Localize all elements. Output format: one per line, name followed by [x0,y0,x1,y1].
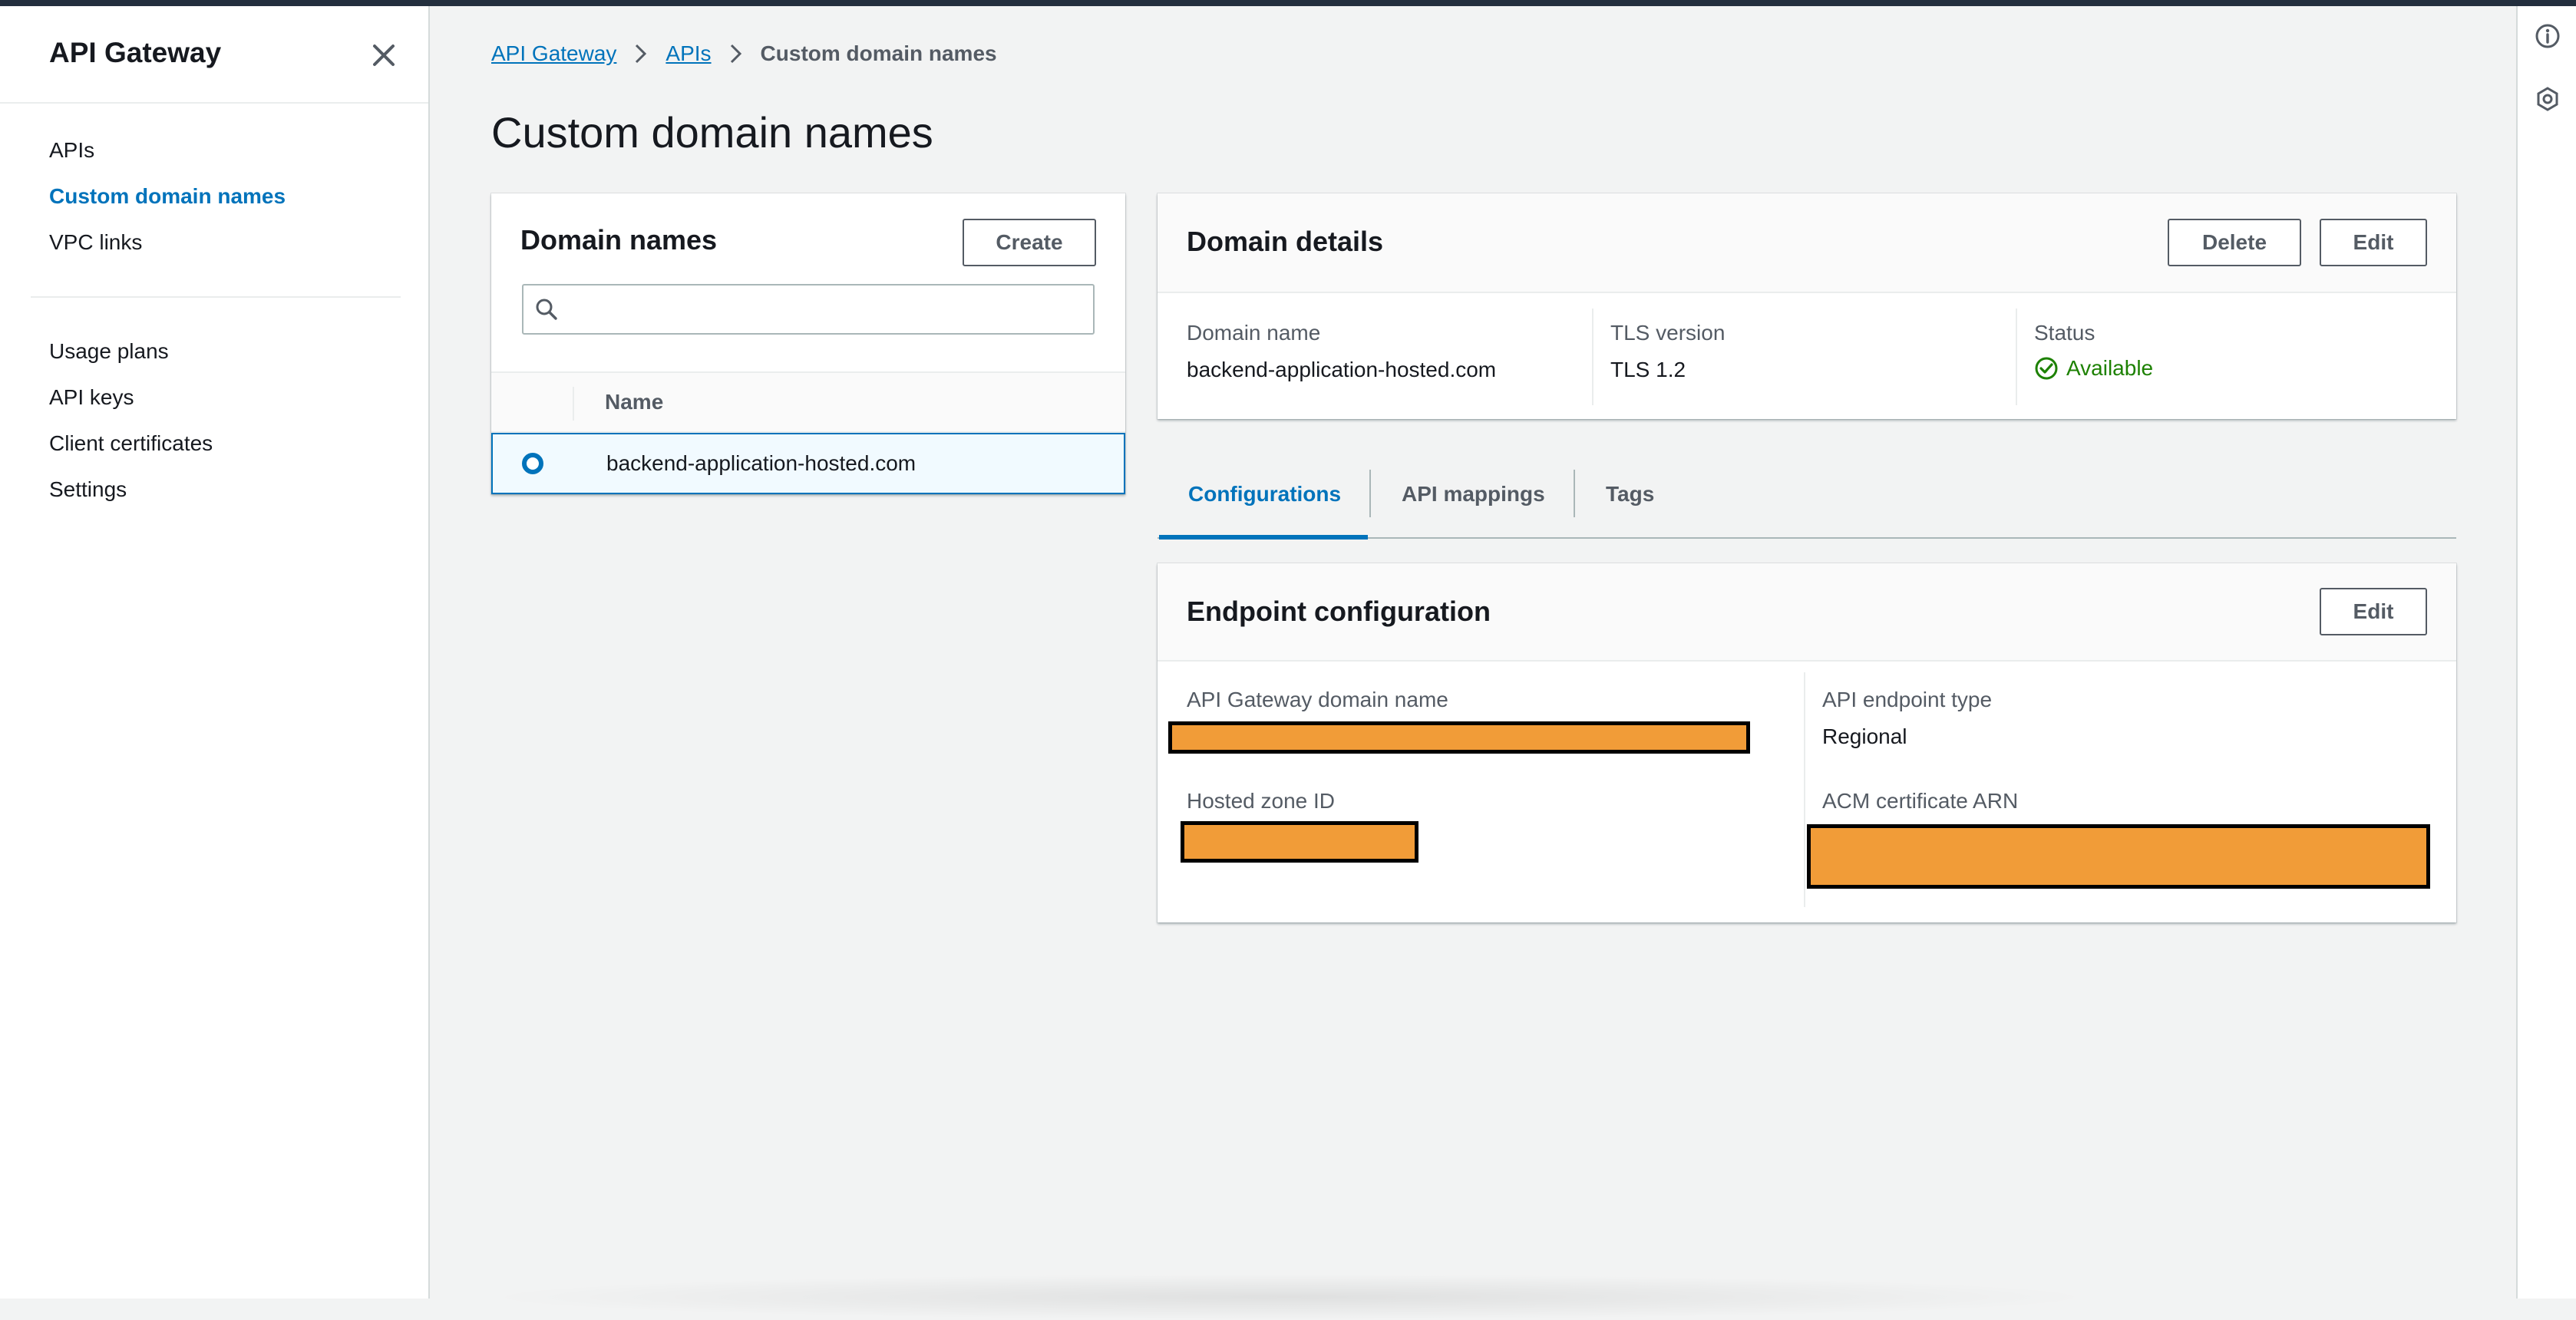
tab-tags[interactable]: Tags [1606,482,1654,507]
active-tab-indicator [1159,535,1368,540]
tab-configurations[interactable]: Configurations [1188,482,1341,507]
check-circle-icon [2035,357,2058,380]
chevron-right-icon [636,44,647,64]
page-title: Custom domain names [491,108,933,157]
breadcrumb: API Gateway APIs Custom domain names [491,38,997,69]
column-divider [1804,672,1805,907]
sidebar-header: API Gateway [0,6,428,104]
tab-api-mappings[interactable]: API mappings [1402,482,1545,507]
sidebar-item-usage-plans[interactable]: Usage plans [49,339,169,364]
endpoint-configuration-title: Endpoint configuration [1187,596,1491,627]
status-badge: Available [2034,356,2153,381]
column-divider [2016,309,2017,405]
breadcrumb-apis[interactable]: APIs [665,41,711,66]
acm-certificate-arn-label: ACM certificate ARN [1822,789,2019,813]
hosted-zone-id-label: Hosted zone ID [1187,789,1335,813]
endpoint-configuration-header: Endpoint configuration Edit [1158,563,2456,662]
info-icon[interactable] [2535,23,2561,49]
redacted-hosted-zone-id [1181,821,1418,863]
tls-version-label: TLS version [1610,321,1726,345]
edit-endpoint-button[interactable]: Edit [2320,588,2427,635]
sidebar-item-api-keys[interactable]: API keys [49,385,134,410]
row-radio-button[interactable] [522,453,543,474]
sidebar-item-apis[interactable]: APIs [49,138,94,163]
chevron-right-icon [730,44,741,64]
side-navigation: API Gateway APIs Custom domain names VPC… [0,6,430,1299]
domain-names-panel: Domain names Create Name backend-applica… [491,193,1125,494]
column-divider [573,387,574,421]
bottom-shadow [476,1274,2103,1320]
domain-names-title: Domain names [520,224,718,256]
top-bar [0,0,2576,6]
sidebar-item-vpc-links[interactable]: VPC links [49,230,142,255]
domain-details-panel: Domain details Delete Edit Domain name b… [1158,193,2456,419]
endpoint-configuration-panel: Endpoint configuration Edit API Gateway … [1158,563,2456,922]
sidebar-item-settings[interactable]: Settings [49,477,127,502]
sidebar-divider [31,296,401,298]
status-label: Status [2034,321,2095,345]
domain-details-header: Domain details Delete Edit [1158,193,2456,293]
search-input[interactable] [566,285,1091,335]
tab-divider [1369,470,1371,517]
domain-name-value: backend-application-hosted.com [1187,358,1497,381]
api-endpoint-type-label: API endpoint type [1822,688,1993,711]
utility-rail [2516,6,2576,1299]
delete-button[interactable]: Delete [2168,219,2301,266]
sidebar-item-client-certificates[interactable]: Client certificates [49,431,213,456]
table-row[interactable]: backend-application-hosted.com [491,433,1125,494]
domain-details-title: Domain details [1187,226,1384,257]
column-divider [1592,309,1593,405]
domain-name-cell: backend-application-hosted.com [606,451,916,475]
domain-search-field [522,284,1095,335]
edit-domain-button[interactable]: Edit [2320,219,2427,266]
close-icon[interactable] [367,38,401,72]
tab-divider [1574,470,1575,517]
sidebar-title: API Gateway [49,37,222,68]
settings-hexagon-icon[interactable] [2535,86,2561,112]
status-value: Available [2066,356,2154,380]
breadcrumb-api-gateway[interactable]: API Gateway [491,41,616,66]
breadcrumb-current: Custom domain names [760,41,997,65]
api-endpoint-type-value: Regional [1822,724,1907,748]
table-header: Name [491,371,1125,433]
sidebar-item-custom-domain-names[interactable]: Custom domain names [49,184,286,209]
redacted-acm-certificate-arn [1807,824,2430,889]
column-header-name[interactable]: Name [605,390,663,414]
tls-version-value: TLS 1.2 [1610,358,1686,381]
domain-name-label: Domain name [1187,321,1321,345]
gateway-domain-name-label: API Gateway domain name [1187,688,1448,711]
detail-tabs: Configurations API mappings Tags [1158,453,2456,540]
redacted-gateway-domain-name [1168,721,1750,754]
search-icon [536,299,557,320]
create-button[interactable]: Create [963,219,1096,266]
